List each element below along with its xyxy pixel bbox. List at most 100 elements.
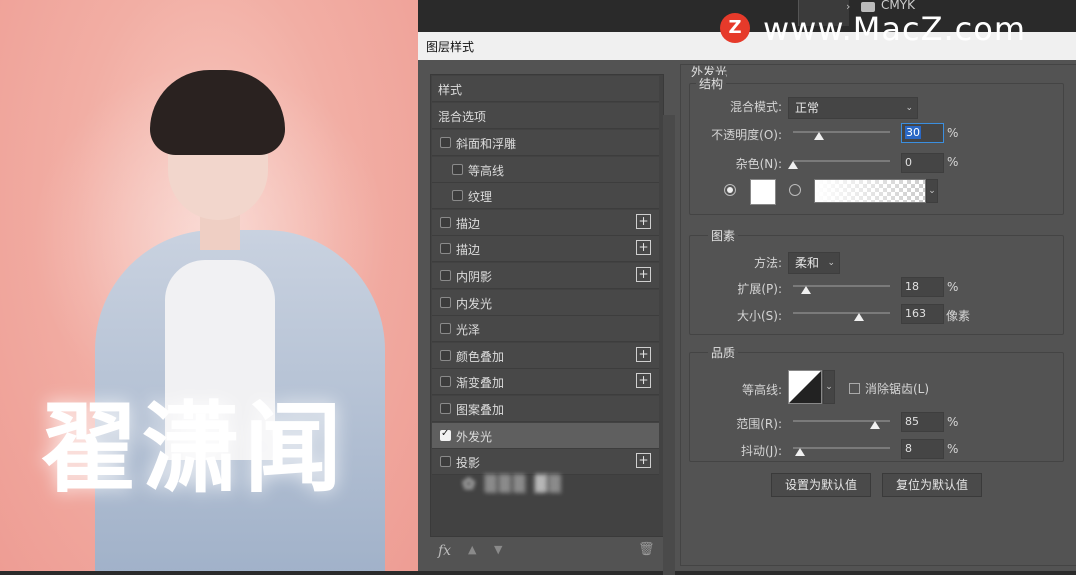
solid-color-radio[interactable] [724,184,736,196]
list-scrollbar[interactable] [663,115,675,575]
noise-slider[interactable] [793,160,890,162]
size-input[interactable]: 163 [901,304,944,324]
list-item-checkbox[interactable] [440,403,451,414]
list-item-color-overlay[interactable]: 颜色叠加 + [432,342,659,369]
outer-glow-panel: 外发光 结构 混合模式: 正常 ⌄ 不透明度(O): 30 % 杂色(N): 0… [680,64,1076,566]
list-header-styles[interactable]: 样式 [432,76,659,102]
blend-mode-value: 正常 [795,101,820,115]
blend-mode-label: 混合模式: [729,100,782,114]
spread-label: 扩展(P): [737,282,782,296]
list-item-inner-shadow[interactable]: 内阴影 + [432,263,659,289]
list-item-label: 混合选项 [438,110,487,124]
contour-label: 等高线: [741,383,782,397]
spread-input[interactable]: 18 [901,277,944,297]
list-item-label: 颜色叠加 [456,349,505,364]
add-effect-icon[interactable]: + [636,267,651,282]
blurred-watermark: ✿ ▒▒▒ ▓▒ [462,474,564,493]
spread-slider-handle[interactable] [801,286,811,294]
list-item-checkbox[interactable] [440,270,451,281]
list-item-satin[interactable]: 光泽 [432,316,659,343]
opacity-value: 30 [905,126,921,139]
list-item-inner-glow[interactable]: 内发光 [432,289,659,316]
add-effect-icon[interactable]: + [636,240,651,256]
antialias-label: 消除锯齿(L) [865,382,930,396]
canvas-photo: 翟潇闻 [0,0,418,571]
list-item-texture[interactable]: 纹理 [432,183,659,210]
list-item-checkbox[interactable] [440,428,451,441]
list-item-label: 描边 [456,243,481,258]
list-item-checkbox[interactable] [440,376,451,388]
jitter-slider[interactable] [793,447,890,449]
list-item-label: 内阴影 [456,270,493,284]
add-effect-icon[interactable]: + [636,346,651,362]
group-label: 品质 [708,344,739,361]
list-item-pattern-overlay[interactable]: 图案叠加 [432,396,659,422]
jitter-input[interactable]: 8 [901,439,944,459]
dialog-title: 图层样式 [426,40,475,54]
list-item-checkbox[interactable] [440,216,451,228]
percent-unit: % [947,155,959,169]
trash-icon[interactable]: 🗑 [638,542,655,557]
contour-preview[interactable] [788,370,822,404]
color-swatch[interactable] [750,179,776,205]
list-item-gradient-overlay[interactable]: 渐变叠加 + [432,369,659,396]
move-up-icon[interactable]: ▲ [468,543,476,556]
list-item-label: 内发光 [456,296,493,311]
chevron-down-icon: ⌄ [827,258,835,268]
list-item-label: 投影 [456,456,481,471]
list-item-checkbox[interactable] [452,190,463,202]
list-toolbar: fx ▲ ▼ 🗑 [430,537,662,565]
list-item-checkbox[interactable] [440,296,451,308]
opacity-slider-handle[interactable] [814,132,824,140]
noise-label: 杂色(N): [735,157,782,171]
list-item-label: 描边 [456,216,481,231]
list-item-drop-shadow[interactable]: 投影 + [432,449,659,476]
percent-unit: % [947,280,959,294]
range-input[interactable]: 85 [901,412,944,432]
add-effect-icon[interactable]: + [636,373,651,389]
technique-select[interactable]: 柔和 ⌄ [788,252,840,274]
technique-value: 柔和 [795,256,820,270]
group-elements: 图素 方法: 柔和 ⌄ 扩展(P): 18 % 大小(S): 163 像素 [689,227,1064,335]
list-item-stroke-1[interactable]: 描边 + [432,209,659,236]
noise-slider-handle[interactable] [788,161,798,169]
opacity-slider[interactable] [793,131,890,133]
set-default-button[interactable]: 设置为默认值 [771,473,871,497]
list-item-label: 光泽 [456,323,481,338]
add-effect-icon[interactable]: + [636,213,651,229]
opacity-input[interactable]: 30 [901,123,944,143]
list-item-checkbox[interactable] [440,137,451,148]
list-item-bevel[interactable]: 斜面和浮雕 [432,130,659,156]
reset-default-button[interactable]: 复位为默认值 [882,473,982,497]
photo-title: 翟潇闻 [40,391,347,506]
technique-label: 方法: [753,256,782,270]
gradient-radio[interactable] [789,184,801,196]
move-down-icon[interactable]: ▼ [494,543,502,556]
list-item-label: 图案叠加 [456,403,505,417]
gradient-dropdown-button[interactable]: ⌄ [926,179,938,203]
watermark-text: www.MacZ.com [763,10,1026,48]
add-effect-icon[interactable]: + [636,453,651,469]
jitter-slider-handle[interactable] [795,448,805,456]
list-item-stroke-2[interactable]: 描边 + [432,236,659,263]
contour-dropdown-button[interactable]: ⌄ [823,370,835,404]
list-item-checkbox[interactable] [452,163,463,175]
antialias-checkbox[interactable] [849,383,860,394]
pixel-unit: 像素 [946,309,971,323]
fx-button[interactable]: fx [438,543,451,559]
noise-input[interactable]: 0 [901,153,944,173]
top-bar: › CMYK Z www.MacZ.com [418,0,1076,48]
blend-mode-select[interactable]: 正常 ⌄ [788,97,918,119]
list-item-checkbox[interactable] [440,349,451,361]
list-item-checkbox[interactable] [440,456,451,468]
chevron-down-icon: ⌄ [905,103,913,113]
list-item-contour[interactable]: 等高线 [432,156,659,183]
list-item-outer-glow[interactable]: 外发光 [432,422,659,449]
list-item-checkbox[interactable] [440,243,451,255]
size-slider[interactable] [793,312,890,314]
list-item-blending-options[interactable]: 混合选项 [432,103,659,129]
gradient-preview[interactable] [814,179,926,203]
size-slider-handle[interactable] [854,313,864,321]
range-slider-handle[interactable] [870,421,880,429]
list-item-checkbox[interactable] [440,323,451,335]
